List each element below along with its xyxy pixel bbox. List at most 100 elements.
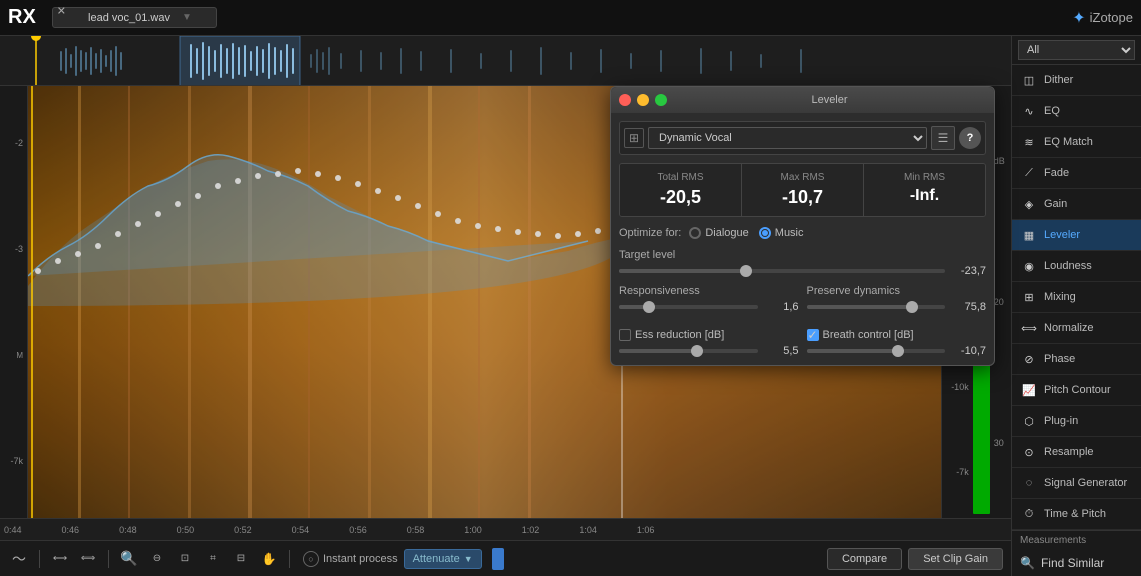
- zoom-out-icon[interactable]: ⊖: [146, 548, 168, 570]
- tl-0-58: 0:58: [407, 525, 425, 535]
- db-right-label-1: dB: [994, 156, 1005, 166]
- panel-icon-eq-match: ≋: [1020, 133, 1038, 151]
- preset-row: ⊞ Dynamic Vocal ☰ ?: [619, 121, 986, 155]
- close-btn[interactable]: ✕: [57, 5, 66, 18]
- preserve-dynamics-slider[interactable]: [807, 305, 946, 309]
- panel-item-normalize[interactable]: ⟺ Normalize: [1012, 313, 1141, 344]
- panel-filter-dropdown[interactable]: All: [1018, 40, 1135, 60]
- dialog-maximize-button[interactable]: [655, 94, 667, 106]
- breath-control-checkbox[interactable]: ✓: [807, 329, 819, 341]
- responsiveness-value: 1,6: [764, 301, 799, 313]
- breath-control-thumb[interactable]: [892, 345, 904, 357]
- ess-reduction-slider[interactable]: [619, 349, 758, 353]
- overview-waveform-svg: [0, 36, 1011, 86]
- target-level-value: -23,7: [951, 265, 986, 277]
- workspace: -2 -3 M -7k: [0, 36, 1011, 576]
- panel-item-loudness[interactable]: ◉ Loudness: [1012, 251, 1141, 282]
- panel-icon-plug-in: ⬡: [1020, 412, 1038, 430]
- preset-icon[interactable]: ⊞: [624, 128, 644, 148]
- panel-icon-gain: ◈: [1020, 195, 1038, 213]
- help-button[interactable]: ?: [959, 127, 981, 149]
- total-rms-label: Total RMS: [628, 172, 733, 183]
- scroll-icon[interactable]: ⟺: [77, 548, 99, 570]
- zoom-fit-icon[interactable]: ⊟: [230, 548, 252, 570]
- dialog-minimize-button[interactable]: [637, 94, 649, 106]
- waveform-overview[interactable]: [0, 36, 1011, 86]
- dialog-title: Leveler: [673, 94, 986, 106]
- tl-1-02: 1:02: [522, 525, 540, 535]
- set-clip-gain-button[interactable]: Set Clip Gain: [908, 548, 1003, 570]
- target-level-thumb[interactable]: [740, 265, 752, 277]
- panel-icon-pitch-contour: 📈: [1020, 381, 1038, 399]
- ess-reduction-section: Ess reduction [dB] 5,5: [619, 329, 799, 357]
- waveform-icon[interactable]: 〜: [8, 548, 30, 570]
- find-similar-icon: 🔍: [1020, 556, 1035, 570]
- panel-label-phase: Phase: [1044, 353, 1075, 365]
- panel-label-eq-match: EQ Match: [1044, 136, 1093, 148]
- dialog-titlebar: Leveler: [611, 87, 994, 113]
- zoom-in-icon[interactable]: 🔍: [118, 548, 140, 570]
- db-right-label-3: 30: [994, 438, 1004, 448]
- panel-item-fade[interactable]: ⟋ Fade: [1012, 158, 1141, 189]
- ess-reduction-thumb[interactable]: [691, 345, 703, 357]
- hand-icon[interactable]: ✋: [258, 548, 280, 570]
- process-circle-icon: ○: [303, 551, 319, 567]
- panel-item-signal-gen[interactable]: ◌ Signal Generator: [1012, 468, 1141, 499]
- stats-row: Total RMS -20,5 Max RMS -10,7 Min RMS -I…: [619, 163, 986, 217]
- panel-icon-phase: ⊘: [1020, 350, 1038, 368]
- preset-dropdown[interactable]: Dynamic Vocal: [648, 127, 927, 149]
- panel-item-resample[interactable]: ⊙ Resample: [1012, 437, 1141, 468]
- dialog-close-button[interactable]: [619, 94, 631, 106]
- measurements-section: Measurements: [1012, 530, 1141, 550]
- panel-item-dither[interactable]: ◫ Dither: [1012, 65, 1141, 96]
- file-name: lead voc_01.wav: [88, 12, 170, 24]
- breath-control-slider[interactable]: [807, 349, 946, 353]
- action-buttons: Compare Set Clip Gain: [827, 548, 1003, 570]
- panel-label-time-pitch: Time & Pitch: [1044, 508, 1106, 520]
- panel-item-eq[interactable]: ∿ EQ: [1012, 96, 1141, 127]
- panel-label-signal-gen: Signal Generator: [1044, 477, 1127, 489]
- responsiveness-thumb[interactable]: [643, 301, 655, 313]
- panel-label-dither: Dither: [1044, 74, 1073, 86]
- ess-reduction-label: Ess reduction [dB]: [635, 329, 724, 341]
- preset-menu-button[interactable]: ☰: [931, 126, 955, 150]
- min-rms-value: -Inf.: [872, 187, 977, 205]
- breath-control-checkbox-row: ✓ Breath control [dB]: [807, 329, 987, 341]
- freq-label-2: -3: [15, 244, 25, 254]
- ess-reduction-checkbox[interactable]: [619, 329, 631, 341]
- panel-label-pitch-contour: Pitch Contour: [1044, 384, 1111, 396]
- panel-item-eq-match[interactable]: ≋ EQ Match: [1012, 127, 1141, 158]
- panel-icon-fade: ⟋: [1020, 164, 1038, 182]
- responsiveness-slider[interactable]: [619, 305, 758, 309]
- select-icon[interactable]: ⊡: [174, 548, 196, 570]
- dialogue-radio[interactable]: Dialogue: [689, 227, 748, 239]
- panel-label-normalize: Normalize: [1044, 322, 1094, 334]
- breath-control-fill: [807, 349, 897, 353]
- file-tab[interactable]: ✕ lead voc_01.wav ▼: [52, 7, 217, 28]
- panel-item-gain[interactable]: ◈ Gain: [1012, 189, 1141, 220]
- target-level-slider[interactable]: [619, 269, 945, 273]
- attenuate-button[interactable]: Attenuate ▼: [404, 549, 482, 569]
- find-similar-item[interactable]: 🔍 Find Similar: [1012, 550, 1141, 576]
- preserve-dynamics-fill: [807, 305, 911, 309]
- lasso-icon[interactable]: ⌗: [202, 548, 224, 570]
- preserve-dynamics-thumb[interactable]: [906, 301, 918, 313]
- responsiveness-label: Responsiveness: [619, 285, 799, 297]
- panel-item-plug-in[interactable]: ⬡ Plug-in: [1012, 406, 1141, 437]
- panel-item-time-pitch[interactable]: ⏱ Time & Pitch: [1012, 499, 1141, 530]
- music-radio[interactable]: Music: [759, 227, 804, 239]
- panel-label-loudness: Loudness: [1044, 260, 1092, 272]
- panel-item-mixing[interactable]: ⊞ Mixing: [1012, 282, 1141, 313]
- slider-grid: Responsiveness 1,6 Preserve dynamics: [619, 285, 986, 321]
- leveler-dialog: Leveler ⊞ Dynamic Vocal ☰ ? Total RMS: [610, 86, 995, 366]
- tab-arrow: ▼: [182, 12, 192, 23]
- panel-item-phase[interactable]: ⊘ Phase: [1012, 344, 1141, 375]
- panel-item-pitch-contour[interactable]: 📈 Pitch Contour: [1012, 375, 1141, 406]
- compare-button[interactable]: Compare: [827, 548, 902, 570]
- responsiveness-section: Responsiveness 1,6: [619, 285, 799, 313]
- panel-icon-loudness: ◉: [1020, 257, 1038, 275]
- instant-process-label: Instant process: [323, 553, 398, 565]
- music-radio-circle: [759, 227, 771, 239]
- zoom-horizontal-icon[interactable]: ⟷: [49, 548, 71, 570]
- panel-item-leveler[interactable]: ▦ Leveler: [1012, 220, 1141, 251]
